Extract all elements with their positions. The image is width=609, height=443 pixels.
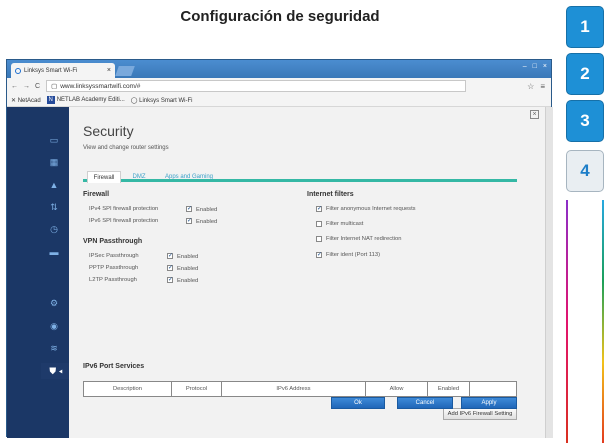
internet-filters-heading: Internet filters xyxy=(307,191,354,198)
wifi-icon[interactable]: ≋ xyxy=(48,343,60,353)
netlab-icon: N xyxy=(46,96,55,104)
vpn-heading: VPN Passthrough xyxy=(83,238,143,245)
ipsec-label: IPSec Passthrough xyxy=(89,253,139,259)
browser-tab-bar: Linksys Smart Wi-Fi × – □ × xyxy=(7,60,551,78)
browser-tab[interactable]: Linksys Smart Wi-Fi × xyxy=(11,63,115,78)
step-2-button[interactable]: 2 xyxy=(566,53,604,95)
step-1-button[interactable]: 1 xyxy=(566,6,604,48)
filter-nat-checkbox[interactable] xyxy=(316,236,322,242)
warning-icon[interactable]: ▲ xyxy=(48,180,60,190)
col-ipv6-address: IPv6 Address xyxy=(222,382,366,396)
bookmark-linksys[interactable]: ◯ Linksys Smart Wi-Fi xyxy=(131,97,193,104)
priority-icon[interactable]: ⇅ xyxy=(48,202,60,212)
bookmarks-bar: ✕ NetAcad N NETLAB Academy Editi... ◯ Lin… xyxy=(7,94,551,107)
clock-icon[interactable]: ◷ xyxy=(48,224,60,234)
ipv6-spi-checkbox[interactable]: ✓ xyxy=(186,218,192,224)
filter-anonymous-label: Filter anonymous Internet requests xyxy=(326,206,416,212)
linksys-icon xyxy=(15,67,21,74)
filter-multicast-label: Filter multicast xyxy=(326,221,364,227)
col-protocol: Protocol xyxy=(172,382,222,396)
bookmark-netacad[interactable]: ✕ NetAcad xyxy=(11,97,41,104)
ok-button[interactable]: Ok xyxy=(331,397,385,409)
close-panel-icon[interactable]: × xyxy=(530,110,539,119)
col-actions xyxy=(470,382,516,396)
ipv4-spi-value: Enabled xyxy=(196,207,218,213)
filter-anonymous-checkbox[interactable]: ✓ xyxy=(316,206,322,212)
address-bar-row: ← → C ▢ www.linksyssmartwifi.com/# ☆ ≡ xyxy=(7,78,551,94)
sidebar: ▭ ▦ ▲ ⇅ ◷ ▬ ⚙ ◉ ≋ ⛊ ◂ xyxy=(7,107,71,438)
progress-line-right xyxy=(602,200,604,443)
ipv4-spi-label: IPv4 SPI firewall protection xyxy=(89,206,159,212)
security-panel: × Security View and change router settin… xyxy=(69,107,553,438)
netacad-icon: ✕ xyxy=(11,97,17,104)
camera-icon[interactable]: ◉ xyxy=(48,321,60,331)
security-tabs: Firewall DMZ Apps and Gaming xyxy=(83,171,517,183)
settings-icon[interactable]: ⚙ xyxy=(48,298,60,308)
url-text: www.linksyssmartwifi.com/# xyxy=(60,82,141,90)
new-tab-button[interactable] xyxy=(115,66,135,76)
menu-icon[interactable]: ≡ xyxy=(540,82,545,91)
cancel-button[interactable]: Cancel xyxy=(397,397,453,409)
reload-icon[interactable]: C xyxy=(35,83,40,90)
col-enabled: Enabled xyxy=(428,382,470,396)
col-allow: Allow xyxy=(366,382,428,396)
l2tp-checkbox[interactable]: ✓ xyxy=(167,277,173,283)
filter-ident-checkbox[interactable]: ✓ xyxy=(316,252,322,258)
close-window-button[interactable]: × xyxy=(543,63,547,70)
add-ipv6-firewall-button[interactable]: Add IPv6 Firewall Setting xyxy=(443,408,517,420)
l2tp-label: L2TP Passthrough xyxy=(89,277,137,283)
pptp-label: PPTP Passthrough xyxy=(89,265,139,271)
ipv6-spi-label: IPv6 SPI firewall protection xyxy=(89,218,159,224)
browser-tab-label: Linksys Smart Wi-Fi xyxy=(24,67,78,74)
bookmark-star-icon[interactable]: ☆ xyxy=(527,82,534,91)
filter-multicast-checkbox[interactable] xyxy=(316,221,322,227)
forward-icon[interactable]: → xyxy=(23,83,30,90)
l2tp-value: Enabled xyxy=(177,278,199,284)
ipv6-port-services-heading: IPv6 Port Services xyxy=(83,363,145,370)
storage-icon[interactable]: ▬ xyxy=(48,247,60,257)
progress-line-left xyxy=(566,200,568,443)
page-title: Configuración de seguridad xyxy=(180,8,380,25)
ipv6-spi-value: Enabled xyxy=(196,219,218,225)
minimize-button[interactable]: – xyxy=(523,63,527,70)
bookmark-netlab[interactable]: N NETLAB Academy Editi... xyxy=(46,96,125,104)
tab-apps-and-gaming[interactable]: Apps and Gaming xyxy=(161,171,217,183)
security-shield-icon[interactable]: ⛊ ◂ xyxy=(41,363,71,379)
url-field[interactable]: ▢ www.linksyssmartwifi.com/# xyxy=(46,80,467,92)
page-icon: ▢ xyxy=(51,83,58,90)
filter-ident-label: Filter ident (Port 113) xyxy=(326,252,381,258)
ipv4-spi-checkbox[interactable]: ✓ xyxy=(186,206,192,212)
calendar-icon[interactable]: ▦ xyxy=(48,157,60,167)
maximize-button[interactable]: □ xyxy=(533,63,537,70)
ipv6-port-table: Description Protocol IPv6 Address Allow … xyxy=(83,381,517,397)
window-controls: – □ × xyxy=(523,63,547,70)
devices-icon[interactable]: ▭ xyxy=(48,135,60,145)
tab-firewall[interactable]: Firewall xyxy=(87,171,121,183)
step-4-button[interactable]: 4 xyxy=(566,150,604,192)
apply-button[interactable]: Apply xyxy=(461,397,517,409)
linksys-icon: ◯ xyxy=(130,97,138,104)
pptp-checkbox[interactable]: ✓ xyxy=(167,265,173,271)
router-app: ▭ ▦ ▲ ⇅ ◷ ▬ ⚙ ◉ ≋ ⛊ ◂ × Security View an… xyxy=(7,107,553,438)
ipsec-checkbox[interactable]: ✓ xyxy=(167,253,173,259)
scrollbar[interactable] xyxy=(545,107,553,438)
tab-dmz[interactable]: DMZ xyxy=(125,171,153,183)
security-title: Security xyxy=(83,123,134,139)
pptp-value: Enabled xyxy=(177,266,199,272)
nav-buttons: ← → C xyxy=(11,83,40,90)
tab-close-icon[interactable]: × xyxy=(107,67,111,74)
security-subtitle: View and change router settings xyxy=(83,145,169,151)
filter-nat-label: Filter Internet NAT redirection xyxy=(326,236,402,242)
browser-window: Linksys Smart Wi-Fi × – □ × ← → C ▢ www.… xyxy=(6,59,553,438)
back-icon[interactable]: ← xyxy=(11,83,18,90)
firewall-heading: Firewall xyxy=(83,191,110,198)
col-description: Description xyxy=(84,382,172,396)
step-navigator: 1 2 3 4 xyxy=(566,6,604,443)
step-3-button[interactable]: 3 xyxy=(566,100,604,142)
ipsec-value: Enabled xyxy=(177,254,199,260)
